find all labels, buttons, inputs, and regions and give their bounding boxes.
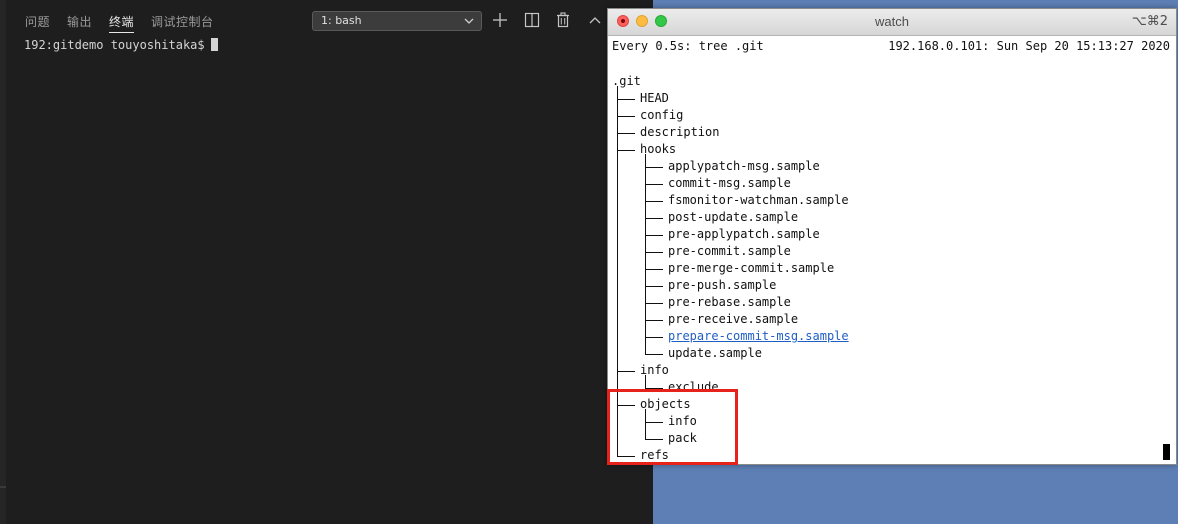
tree-entry: pre-applypatch.sample — [668, 227, 820, 241]
vscode-terminal-panel: 问题 输出 终端 调试控制台 1: bash 192:gitdemo touyo… — [0, 0, 653, 524]
split-icon[interactable] — [523, 11, 541, 29]
tree-entry: update.sample — [668, 346, 762, 360]
tree-branch-line — [617, 99, 635, 100]
tree-branch-line — [617, 371, 635, 372]
terminal-prompt: 192:gitdemo touyoshitaka$ — [24, 38, 205, 52]
window-shortcut: ⌥⌘2 — [1131, 14, 1168, 29]
tree-branch-line — [617, 133, 635, 134]
tree-trunk-line — [645, 375, 646, 389]
tree-branch-line — [645, 269, 663, 270]
trash-icon[interactable] — [554, 11, 572, 29]
tree-branch-line — [645, 167, 663, 168]
tab-terminal[interactable]: 终端 — [109, 13, 135, 33]
tree-entry: pre-merge-commit.sample — [668, 261, 835, 275]
panel-header: 问题 输出 终端 调试控制台 1: bash — [6, 0, 653, 42]
tree-branch-line — [617, 116, 635, 117]
watch-command: Every 0.5s: tree .git — [612, 39, 764, 53]
tree-branch-line — [617, 150, 635, 151]
tree-branch-line — [645, 235, 663, 236]
highlight-box — [607, 389, 738, 465]
tree-branch-line — [645, 337, 663, 338]
tab-problems[interactable]: 问题 — [25, 13, 50, 30]
terminal-body[interactable]: 192:gitdemo touyoshitaka$ — [24, 38, 218, 52]
tree-entry: prepare-commit-msg.sample — [668, 329, 849, 343]
terminal-select[interactable]: 1: bash — [312, 11, 482, 31]
terminal-cursor — [1163, 444, 1170, 460]
tree-entry: post-update.sample — [668, 210, 799, 224]
tree-branch-line — [645, 303, 663, 304]
watch-host-time: 192.168.0.101: Sun Sep 20 15:13:27 2020 — [888, 39, 1170, 53]
tree-branch-line — [645, 286, 663, 287]
tree-entry: pre-push.sample — [668, 278, 777, 292]
tab-output[interactable]: 输出 — [67, 13, 92, 30]
tree-branch-line — [645, 354, 663, 355]
tree-entry: applypatch-msg.sample — [668, 159, 820, 173]
terminal-cursor — [210, 38, 218, 51]
tree-branch-line — [645, 218, 663, 219]
tree-entry: config — [640, 108, 684, 122]
tree-branch-line — [645, 320, 663, 321]
tree-entry: pre-rebase.sample — [668, 295, 791, 309]
tree-entry: HEAD — [640, 91, 669, 105]
tree-entry: commit-msg.sample — [668, 176, 791, 190]
tree-branch-line — [645, 201, 663, 202]
tree-trunk-line — [645, 154, 646, 355]
plus-icon[interactable] — [491, 11, 509, 29]
tab-debug-console[interactable]: 调试控制台 — [151, 13, 214, 30]
tree-entry: fsmonitor-watchman.sample — [668, 193, 849, 207]
tree-branch-line — [645, 184, 663, 185]
tree-branch-line — [645, 252, 663, 253]
chevron-down-icon — [464, 18, 474, 24]
window-title: watch — [875, 14, 909, 29]
tree-entry: pre-receive.sample — [668, 312, 799, 326]
terminal-select-value: 1: bash — [321, 14, 362, 27]
activity-bar-edge — [0, 0, 6, 524]
tree-entry: pre-commit.sample — [668, 244, 791, 258]
tree-entry: description — [640, 125, 720, 139]
window-titlebar[interactable]: watch ⌥⌘2 — [608, 9, 1176, 36]
chevron-up-icon[interactable] — [586, 11, 604, 29]
